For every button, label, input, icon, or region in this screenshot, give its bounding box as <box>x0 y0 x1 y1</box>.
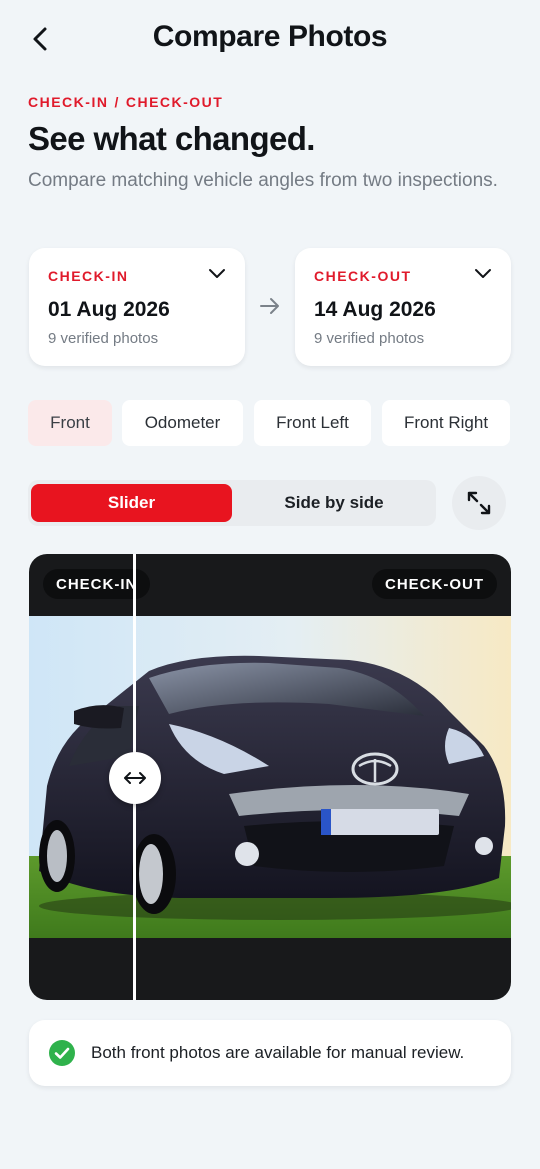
horizontal-arrows-icon <box>124 772 146 784</box>
view-mode-toggle: Slider Side by side <box>28 480 436 526</box>
inspection-date: 14 Aug 2026 <box>314 298 436 321</box>
slider-mode-button[interactable]: Slider <box>31 484 232 522</box>
eyebrow-separator: / <box>114 94 120 110</box>
status-message: Both front photos are available for manu… <box>91 1043 465 1062</box>
eyebrow: CHECK-IN / CHECK-OUT <box>28 94 223 110</box>
angle-chip-front-right[interactable]: Front Right <box>382 400 510 446</box>
checkout-label-pill: CHECK-OUT <box>372 569 497 599</box>
status-card: Both front photos are available for manu… <box>29 1020 511 1086</box>
chevron-down-icon <box>475 269 491 278</box>
app-header: Compare Photos <box>0 0 540 80</box>
photo-count: 9 verified photos <box>48 330 159 347</box>
slider-handle[interactable] <box>109 752 161 804</box>
expand-icon <box>467 491 491 515</box>
photo-count: 9 verified photos <box>314 330 425 347</box>
page-title: Compare Photos <box>152 20 388 53</box>
vehicle-front-photo <box>29 616 511 938</box>
side-by-side-mode-button[interactable]: Side by side <box>234 484 434 522</box>
inspection-label: CHECK-OUT <box>314 268 412 284</box>
inspection-date: 01 Aug 2026 <box>48 298 170 321</box>
checkin-inspection-selector[interactable]: CHECK-IN 01 Aug 2026 9 verified photos <box>29 248 245 366</box>
chevron-down-icon <box>209 269 225 278</box>
eyebrow-checkin: CHECK-IN <box>28 94 109 110</box>
fullscreen-button[interactable] <box>452 476 506 530</box>
angle-chip-odometer[interactable]: Odometer <box>122 400 243 446</box>
checkout-inspection-selector[interactable]: CHECK-OUT 14 Aug 2026 9 verified photos <box>295 248 511 366</box>
check-circle-icon <box>49 1040 75 1066</box>
eyebrow-checkout: CHECK-OUT <box>125 94 224 110</box>
arrow-right-icon <box>260 298 279 314</box>
subtitle: Compare matching vehicle angles from two… <box>28 170 498 191</box>
headline: See what changed. <box>28 120 315 157</box>
inspection-label: CHECK-IN <box>48 268 129 284</box>
angle-chip-front-left[interactable]: Front Left <box>254 400 371 446</box>
angle-chip-front[interactable]: Front <box>28 400 112 446</box>
photo-compare-viewer[interactable]: CHECK-IN CHECK-OUT <box>29 554 511 1000</box>
